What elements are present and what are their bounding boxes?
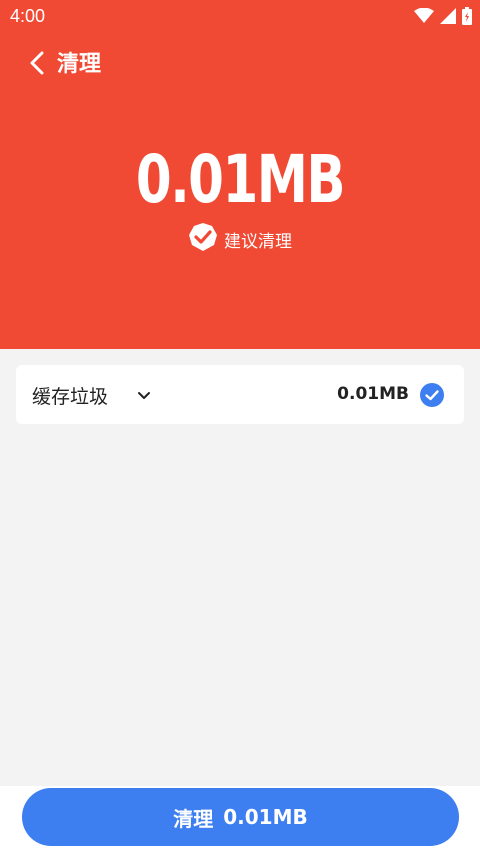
page-title: 清理 — [57, 52, 102, 77]
header-panel: 4:00 清理 0.01MB 建议清理 — [0, 0, 480, 349]
back-button[interactable] — [22, 50, 52, 80]
list-item-size: 0.01MB — [337, 384, 409, 404]
suggest-badge: 建议清理 — [0, 222, 480, 256]
battery-icon — [462, 7, 472, 29]
clean-button[interactable]: 清理 0.01MB — [22, 788, 459, 846]
signal-icon — [440, 8, 456, 28]
toolbar: 清理 — [0, 42, 480, 88]
suggest-label: 建议清理 — [224, 231, 292, 252]
checkmark-shield-icon — [188, 222, 218, 256]
wifi-icon — [414, 7, 434, 28]
chevron-down-icon[interactable] — [134, 385, 154, 405]
status-time: 4:00 — [10, 6, 46, 26]
list-item-label: 缓存垃圾 — [32, 386, 109, 408]
clean-button-label: 清理 — [173, 806, 214, 831]
status-bar: 4:00 — [0, 0, 480, 32]
total-size: 0.01MB — [135, 141, 346, 218]
chevron-left-icon — [29, 51, 45, 79]
clean-button-size: 0.01MB — [223, 805, 308, 829]
checkbox-checked-icon[interactable] — [420, 383, 444, 407]
status-icons — [414, 7, 472, 29]
list-item[interactable]: 缓存垃圾 0.01MB — [16, 365, 464, 424]
